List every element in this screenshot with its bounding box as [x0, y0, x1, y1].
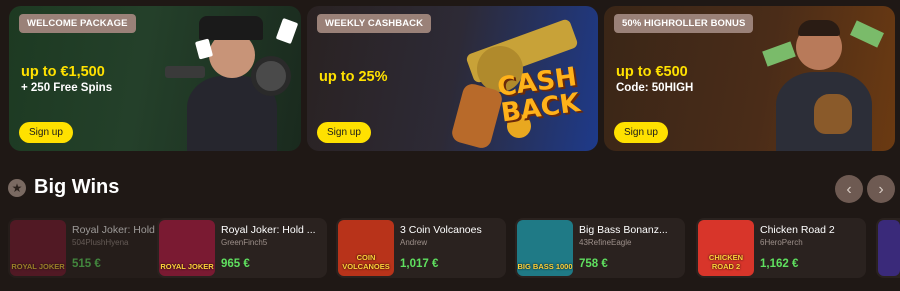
- win-amount: 515 €: [72, 258, 101, 270]
- game-thumbnail: CHICKEN ROAD 2: [698, 220, 754, 276]
- revolver-illustration: CASH BACK: [437, 6, 598, 151]
- next-button[interactable]: ›: [867, 175, 895, 203]
- promo-card-highroller[interactable]: 50% HIGHROLLER BONUS up to €500 Code: 50…: [604, 6, 895, 151]
- promo-subtitle: Code: 50HIGH: [616, 82, 694, 94]
- win-amount: 1,017 €: [400, 258, 439, 270]
- game-name: Royal Joker: Hold ...: [221, 224, 316, 236]
- game-name: Chicken Road 2: [760, 224, 835, 236]
- section-title: Big Wins: [34, 176, 120, 198]
- big-win-card[interactable]: CHICKEN ROAD 2 Chicken Road 2 6HeroPerch…: [696, 218, 866, 278]
- win-amount: 965 €: [221, 258, 250, 270]
- highroller-illustration: [754, 6, 895, 151]
- promo-title: up to €1,500: [21, 64, 105, 80]
- cashback-art-text: CASH BACK: [495, 62, 582, 129]
- player-name: 6HeroPerch: [760, 238, 803, 247]
- promo-badge: 50% HIGHROLLER BONUS: [614, 14, 754, 33]
- player-name: Andrew: [400, 238, 428, 247]
- big-win-card[interactable]: ROYAL JOKER Royal Joker: Hold ... GreenF…: [157, 218, 327, 278]
- game-thumbnail: [878, 220, 900, 276]
- player-name: GreenFinch5: [221, 238, 268, 247]
- promo-title: up to 25%: [319, 69, 388, 85]
- star-icon: ★: [8, 179, 26, 197]
- signup-button[interactable]: Sign up: [614, 122, 668, 143]
- promo-badge: WEEKLY CASHBACK: [317, 14, 432, 33]
- game-name: Big Bass Bonanz...: [579, 224, 668, 236]
- big-win-card[interactable]: COIN VOLCANOES 3 Coin Volcanoes Andrew 1…: [336, 218, 506, 278]
- game-thumbnail: ROYAL JOKER: [159, 220, 215, 276]
- game-thumbnail: COIN VOLCANOES: [338, 220, 394, 276]
- promo-subtitle: + 250 Free Spins: [21, 82, 113, 94]
- player-name: 504PlushHyena: [72, 238, 129, 247]
- game-thumbnail: ROYAL JOKER: [10, 220, 66, 276]
- promo-badge: WELCOME PACKAGE: [19, 14, 136, 33]
- signup-button[interactable]: Sign up: [19, 122, 73, 143]
- win-amount: 758 €: [579, 258, 608, 270]
- signup-button[interactable]: Sign up: [317, 122, 371, 143]
- win-amount: 1,162 €: [760, 258, 799, 270]
- big-win-card-partial[interactable]: [876, 218, 900, 278]
- big-win-card[interactable]: BIG BASS 1000 Big Bass Bonanz... 43Refin…: [515, 218, 685, 278]
- promo-title: up to €500: [616, 64, 688, 80]
- big-win-card[interactable]: ROYAL JOKER Royal Joker: Hold 504PlushHy…: [8, 218, 180, 278]
- prev-button[interactable]: ‹: [835, 175, 863, 203]
- mobster-illustration: [159, 6, 301, 151]
- player-name: 43RefineEagle: [579, 238, 632, 247]
- game-name: 3 Coin Volcanoes: [400, 224, 482, 236]
- game-thumbnail: BIG BASS 1000: [517, 220, 573, 276]
- promo-card-welcome[interactable]: WELCOME PACKAGE up to €1,500 + 250 Free …: [9, 6, 301, 151]
- promo-card-cashback[interactable]: CASH BACK WEEKLY CASHBACK up to 25% Sign…: [307, 6, 598, 151]
